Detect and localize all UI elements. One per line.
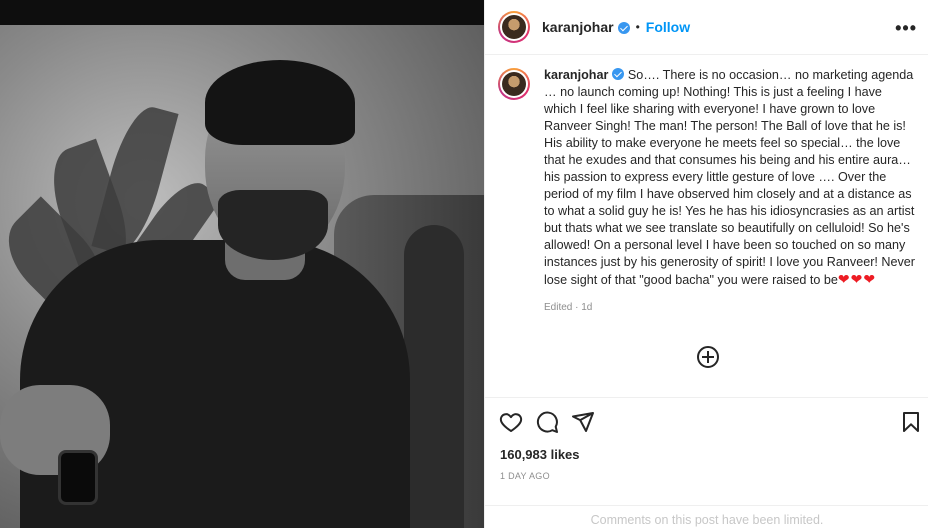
comment-icon[interactable]: [535, 410, 559, 434]
avatar[interactable]: [498, 11, 530, 43]
more-options-button[interactable]: •••: [895, 18, 917, 39]
caption-body: karanjohar So…. There is no occasion… no…: [544, 67, 916, 316]
verified-badge-icon: [617, 22, 630, 34]
separator-dot: •: [635, 20, 640, 34]
post-photo: [0, 25, 484, 528]
post-header: karanjohar • Follow •••: [485, 0, 928, 55]
caption: karanjohar So…. There is no occasion… no…: [498, 67, 916, 316]
caption-username[interactable]: karanjohar: [544, 68, 608, 82]
follow-button[interactable]: Follow: [646, 19, 690, 35]
comments-limited-notice: Comments on this post have been limited.: [485, 505, 928, 528]
caption-avatar[interactable]: [498, 68, 530, 100]
username-link[interactable]: karanjohar: [542, 19, 614, 35]
caption-text: So…. There is no occasion… no marketing …: [544, 68, 915, 287]
verified-badge-icon: [612, 68, 625, 80]
heart-icon[interactable]: [499, 410, 523, 434]
post-panel: karanjohar • Follow ••• karanjohar So…. …: [484, 0, 928, 528]
edited-label: Edited · 1d: [544, 302, 593, 313]
action-bar: 160,983 likes 1 DAY AGO Comments on this…: [485, 397, 928, 528]
photo-top-bar: [0, 0, 484, 25]
share-icon[interactable]: [571, 410, 595, 434]
timestamp[interactable]: 1 DAY AGO: [500, 471, 550, 481]
likes-count[interactable]: 160,983 likes: [500, 447, 580, 462]
heart-emoji-icon: ❤❤❤: [837, 271, 877, 287]
bookmark-icon[interactable]: [899, 410, 923, 434]
plus-circle-icon[interactable]: [697, 346, 719, 368]
